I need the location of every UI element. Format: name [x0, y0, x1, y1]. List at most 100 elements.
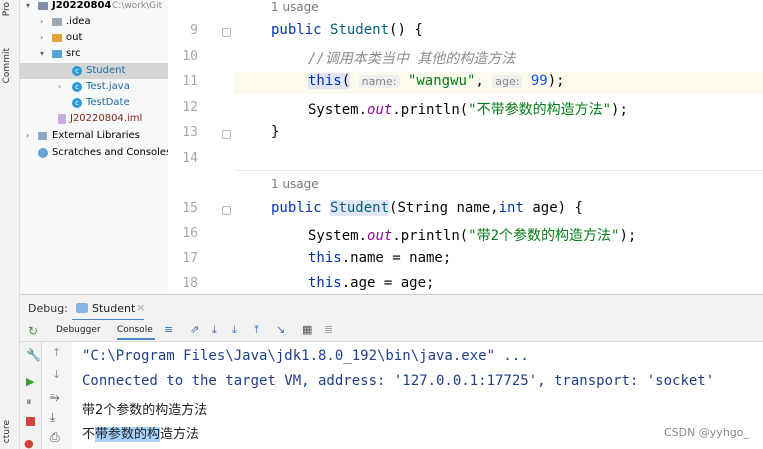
trace-icon[interactable]: ≣	[324, 323, 333, 336]
chevron-right-icon: ›	[26, 131, 30, 140]
tab-debugger[interactable]: Debugger	[56, 325, 101, 335]
scroll-down-icon[interactable]: ↓	[52, 368, 61, 381]
line-number: 9	[190, 23, 198, 38]
folder-icon	[52, 34, 62, 42]
debug-session-tab[interactable]: Student	[92, 302, 135, 315]
console-output[interactable]: "C:\Program Files\Java\jdk1.8.0_192\bin\…	[72, 342, 763, 449]
run-config-icon	[76, 303, 88, 313]
code-token: ,	[475, 73, 493, 89]
tree-item-scratches[interactable]: Scratches and Consoles	[20, 145, 168, 161]
console-line: "C:\Program Files\Java\jdk1.8.0_192\bin\…	[82, 348, 529, 364]
chevron-right-icon: ›	[58, 82, 62, 91]
chevron-down-icon: ▾	[26, 1, 31, 10]
code-editor[interactable]: 1 usage public Student() { //调用本类当中 其他的构…	[234, 0, 763, 294]
console-line: 带2个参数的构造方法	[82, 403, 208, 418]
method-separator	[234, 170, 763, 171]
folder-icon	[52, 18, 62, 26]
code-token: out	[367, 102, 393, 118]
watermark: CSDN @yyhgo_	[663, 426, 749, 439]
tree-item-out[interactable]: › out	[20, 30, 168, 46]
fold-toggle-icon[interactable]	[222, 206, 231, 215]
commit-tool-tab[interactable]: Commit	[2, 48, 12, 83]
soft-wrap-icon[interactable]: ⥱	[50, 390, 60, 405]
tree-item-label: .idea	[66, 16, 91, 27]
pause-icon[interactable]: ⏸	[26, 395, 32, 409]
debug-side-actions: 🔧 ▶ ⏸ ●	[20, 342, 42, 449]
code-token: public	[271, 22, 331, 38]
line-number: 17	[182, 251, 198, 266]
run-to-cursor-icon[interactable]: ↘	[276, 323, 285, 336]
class-icon: c	[72, 66, 82, 76]
module-folder-icon	[38, 2, 48, 10]
code-token: 99	[530, 73, 548, 89]
step-over-icon[interactable]: ⤓	[212, 323, 217, 337]
resume-icon[interactable]: ▶	[26, 375, 34, 388]
console-tab-underline	[117, 338, 155, 340]
console-side-actions: ↑ ↓ ⥱ ⤓ ⎙	[42, 342, 72, 449]
stop-icon[interactable]	[26, 417, 35, 426]
structure-tool-tab[interactable]: cture	[2, 420, 12, 443]
fold-toggle-icon[interactable]	[222, 28, 231, 37]
tool-window-strip: Pro Commit cture	[0, 0, 20, 449]
step-into-icon[interactable]: ⤓	[232, 323, 237, 337]
project-tool-tab[interactable]: Pro	[2, 2, 12, 16]
chevron-right-icon: ›	[40, 17, 44, 26]
rerun-icon[interactable]: ↻	[28, 324, 38, 338]
code-token: .println(	[392, 228, 469, 244]
line-number: 12	[182, 100, 198, 115]
tree-item-src[interactable]: ▾ src	[20, 46, 168, 62]
tree-item-label: src	[66, 48, 81, 59]
code-token: );	[611, 102, 628, 118]
library-icon	[38, 132, 47, 140]
code-token: );	[619, 228, 637, 244]
code-line-10: //调用本类当中 其他的构造方法	[308, 51, 516, 67]
code-token: "带2个参数的构造方法"	[468, 228, 620, 244]
code-token: .age = age;	[341, 275, 435, 291]
code-line-13: }	[271, 124, 280, 140]
evaluate-expression-icon[interactable]: ▦	[302, 323, 312, 336]
chevron-down-icon: ▾	[40, 49, 45, 58]
debug-toolbar: ↻ Debugger Console ≡ ⇗ ⤓ ⤓ ⤒ ↘ ▦ ≣	[20, 320, 763, 342]
code-token: () {	[389, 22, 423, 38]
tree-item-label: Test.java	[86, 81, 130, 92]
tree-item-root[interactable]: ▾ J20220804 C:\work\Git	[20, 0, 168, 14]
scroll-to-end-icon[interactable]: ⤓	[50, 410, 55, 425]
module-file-icon	[58, 114, 66, 124]
tree-item-external-libraries[interactable]: › External Libraries	[20, 128, 168, 144]
step-out-icon[interactable]: ⤒	[254, 323, 259, 337]
usage-hint[interactable]: 1 usage	[271, 0, 319, 14]
line-number: 14	[182, 151, 198, 166]
tab-console[interactable]: Console	[117, 325, 153, 335]
line-number: 10	[182, 49, 198, 64]
code-token: Student	[330, 22, 390, 38]
scratches-icon	[38, 148, 48, 158]
close-tab-icon[interactable]: ×	[136, 301, 145, 314]
tree-item-test[interactable]: › c Test.java	[20, 79, 168, 95]
show-execution-point-icon[interactable]: ⇗	[190, 323, 199, 336]
tree-item-student[interactable]: c Student	[20, 63, 168, 79]
code-token: (String name,	[389, 200, 499, 216]
scroll-up-icon[interactable]: ↑	[52, 346, 61, 359]
console-text: 造方法	[160, 427, 200, 442]
breakpoints-icon[interactable]: ●	[24, 437, 34, 449]
tree-item-label: out	[66, 32, 83, 43]
code-line-15: public Student(String name,int age) {	[271, 200, 583, 216]
tree-item-label: TestDate	[86, 97, 130, 108]
menu-icon[interactable]: ≡	[164, 323, 173, 336]
tree-item-idea[interactable]: › .idea	[20, 14, 168, 30]
print-icon[interactable]: ⎙	[50, 430, 60, 445]
wrench-icon[interactable]: 🔧	[26, 348, 41, 362]
code-token: .println(	[392, 102, 469, 118]
code-token: this	[308, 250, 342, 266]
tree-root-path: C:\work\Git	[112, 1, 163, 11]
tree-item-label: J20220804.iml	[70, 113, 143, 124]
usage-hint[interactable]: 1 usage	[271, 177, 319, 191]
fold-toggle-icon[interactable]	[222, 130, 231, 139]
code-line-12: System.out.println("不带参数的构造方法");	[308, 99, 628, 119]
tree-item-iml[interactable]: J20220804.iml	[20, 111, 168, 127]
tree-item-testdate[interactable]: c TestDate	[20, 95, 168, 111]
debug-window-header: Debug: Student ×	[20, 294, 763, 321]
code-token: "不带参数的构造方法"	[468, 102, 612, 118]
line-number: 11	[182, 74, 198, 89]
code-line-17: this.name = name;	[308, 250, 451, 266]
